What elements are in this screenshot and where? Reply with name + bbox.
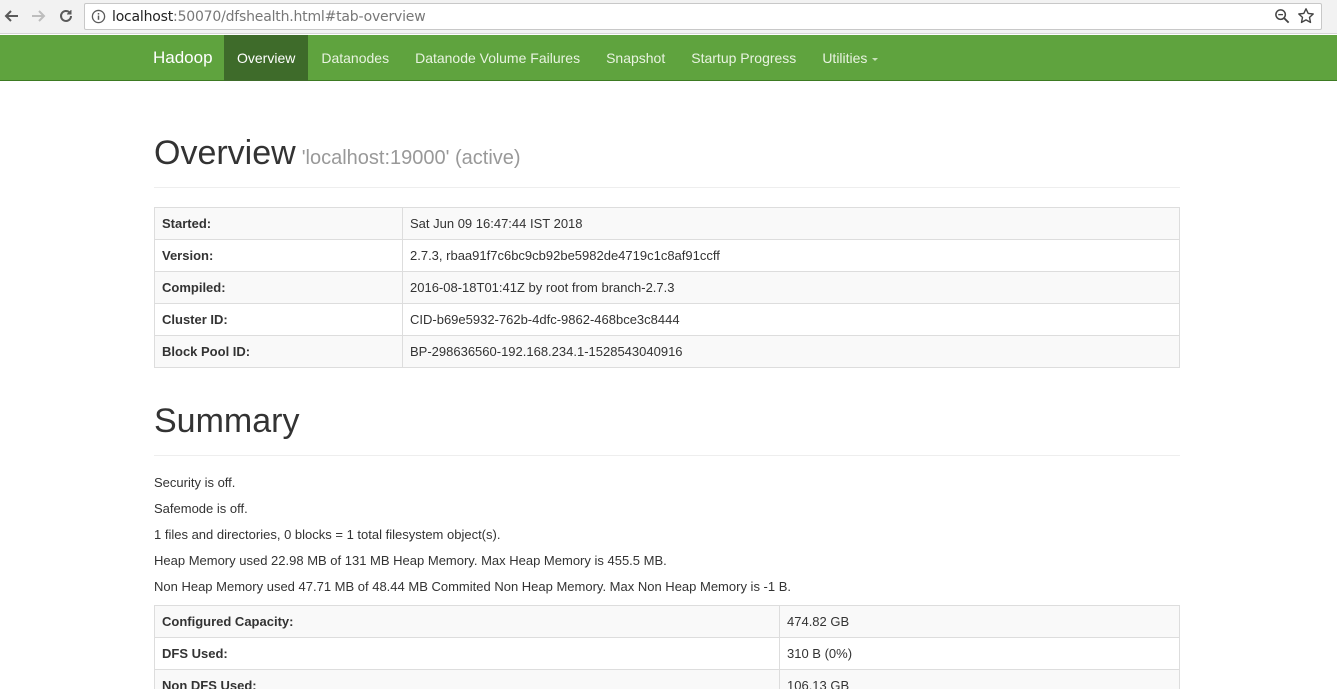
table-row: Version: 2.7.3, rbaa91f7c6bc9cb92be5982d… [154,239,1180,272]
nav-utilities-label: Utilities [822,50,868,66]
table-row: Block Pool ID: BP-298636560-192.168.234.… [154,335,1180,368]
row-key: Non DFS Used: [154,669,780,689]
overview-header: Overview'localhost:19000' (active) [154,134,1180,188]
summary-text: Security is off. Safemode is off. 1 file… [154,475,1180,605]
nav-startup-progress[interactable]: Startup Progress [678,35,809,81]
overview-title: Overview'localhost:19000' (active) [154,134,1180,173]
row-key: Version: [154,239,403,272]
table-row: Configured Capacity: 474.82 GB [154,605,1180,638]
overview-subtitle: 'localhost:19000' (active) [301,147,521,169]
nav-overview[interactable]: Overview [224,35,309,81]
nav-datanodes[interactable]: Datanodes [308,35,402,81]
back-arrow-icon[interactable] [0,4,24,28]
nav-snapshot[interactable]: Snapshot [593,35,678,81]
overview-table: Started: Sat Jun 09 16:47:44 IST 2018 Ve… [154,207,1180,368]
row-key: Started: [154,207,403,240]
table-row: Compiled: 2016-08-18T01:41Z by root from… [154,271,1180,304]
filesystem-objects: 1 files and directories, 0 blocks = 1 to… [154,527,501,542]
top-navbar: Hadoop Overview Datanodes Datanode Volum… [0,35,1337,81]
capacity-table: Configured Capacity: 474.82 GB DFS Used:… [154,605,1180,689]
row-key: Block Pool ID: [154,335,403,368]
row-value: 474.82 GB [779,605,1180,638]
nav-utilities-dropdown[interactable]: Utilities [809,35,891,81]
zoom-icon[interactable] [1274,8,1291,25]
reload-icon[interactable] [54,4,78,28]
url-path: :50070/dfshealth.html#tab-overview [173,9,426,25]
url-host: localhost [112,9,174,25]
table-row: Cluster ID: CID-b69e5932-762b-4dfc-9862-… [154,303,1180,336]
row-key: DFS Used: [154,637,780,670]
caret-down-icon [872,57,879,61]
row-value: 310 B (0%) [779,637,1180,670]
row-key: Configured Capacity: [154,605,780,638]
bookmark-star-icon[interactable] [1297,7,1315,25]
forward-arrow-icon[interactable] [26,4,50,28]
safemode-status: Safemode is off. [154,501,248,516]
table-row: Non DFS Used: 106.13 GB [154,669,1180,689]
brand-logo[interactable]: Hadoop [153,48,213,68]
security-status: Security is off. [154,475,236,490]
table-row: Started: Sat Jun 09 16:47:44 IST 2018 [154,207,1180,240]
address-url[interactable]: localhost:50070/dfshealth.html#tab-overv… [112,9,426,25]
nav-links: Overview Datanodes Datanode Volume Failu… [224,35,891,81]
row-value: BP-298636560-192.168.234.1-1528543040916 [402,335,1180,368]
overview-title-text: Overview [154,134,296,172]
heap-memory: Heap Memory used 22.98 MB of 131 MB Heap… [154,553,667,568]
info-icon[interactable] [91,9,106,24]
address-bar[interactable]: localhost:50070/dfshealth.html#tab-overv… [84,3,1322,30]
non-heap-memory: Non Heap Memory used 47.71 MB of 48.44 M… [154,579,792,594]
table-row: DFS Used: 310 B (0%) [154,637,1180,670]
row-value: CID-b69e5932-762b-4dfc-9862-468bce3c8444 [402,303,1180,336]
summary-title: Summary [154,402,300,440]
browser-toolbar: localhost:50070/dfshealth.html#tab-overv… [0,0,1337,34]
summary-header: Summary [154,402,1180,456]
row-value: Sat Jun 09 16:47:44 IST 2018 [402,207,1180,240]
row-value: 2.7.3, rbaa91f7c6bc9cb92be5982de4719c1c8… [402,239,1180,272]
nav-datanode-volume-failures[interactable]: Datanode Volume Failures [402,35,593,81]
row-value: 2016-08-18T01:41Z by root from branch-2.… [402,271,1180,304]
row-value: 106.13 GB [779,669,1180,689]
row-key: Cluster ID: [154,303,403,336]
row-key: Compiled: [154,271,403,304]
